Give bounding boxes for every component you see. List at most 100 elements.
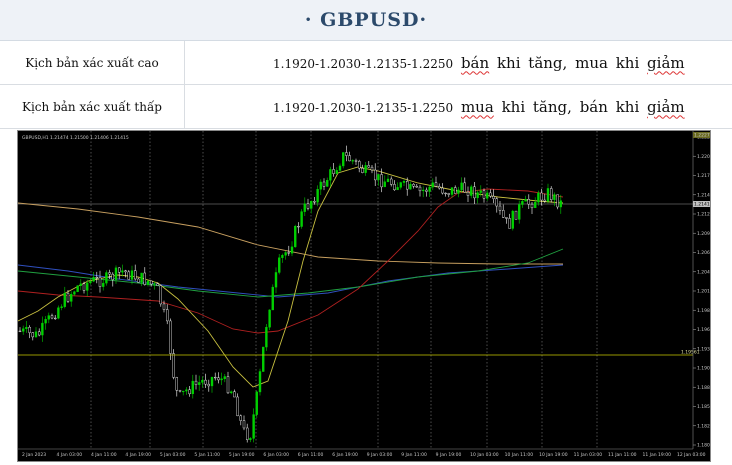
candle-body xyxy=(361,167,364,173)
candle-body xyxy=(82,283,86,291)
price-tag-label: 1.21415 xyxy=(694,202,710,208)
candle-body xyxy=(511,210,514,229)
candle-body xyxy=(300,211,303,227)
candle-body xyxy=(550,188,553,200)
price-axis-label: 1.20155 xyxy=(697,289,710,295)
candle-body xyxy=(470,186,473,196)
candle-body xyxy=(530,203,534,209)
candle-body xyxy=(546,188,550,202)
candle-body xyxy=(121,270,124,273)
time-axis: 2 Jan 2023 4 Jan 03:00 4 Jan 11:00 4 Jan 19… xyxy=(18,448,706,458)
scenario-table: Kịch bản xác xuất cao 1.1920-1.2030-1.21… xyxy=(0,41,732,129)
candle-body xyxy=(153,283,156,285)
candle-body xyxy=(79,283,82,286)
time-axis-label: 9 Jan 19:00 xyxy=(436,452,462,458)
chart-canvas: 1.19561 1.22270 1.22015 1.21740 1.21465 1.21… xyxy=(18,131,710,458)
price-axis-label: 1.20690 xyxy=(697,250,710,256)
time-axis-label: 11 Jan 11:00 xyxy=(608,452,637,458)
candle-body xyxy=(492,195,495,199)
candle-body xyxy=(191,380,195,395)
candle-body xyxy=(265,326,268,348)
candle-body xyxy=(345,152,348,156)
time-axis-label: 11 Jan 19:00 xyxy=(643,452,672,458)
candle-body xyxy=(252,414,255,439)
candle-body xyxy=(57,307,60,319)
candle-body xyxy=(457,189,460,194)
table-row: Kịch bản xác xuất thấp 1.1920-1.2030-1.2… xyxy=(0,84,732,129)
candle-body xyxy=(322,181,326,187)
candle-body xyxy=(396,187,399,191)
candle-body xyxy=(406,180,409,190)
price-axis-label: 1.20420 xyxy=(697,269,710,275)
candle-body xyxy=(294,226,297,248)
candle-body xyxy=(313,201,316,203)
candle-body xyxy=(149,280,153,285)
time-axis-label: 12 Jan 03:00 xyxy=(677,452,706,458)
time-axis-label: 6 Jan 03:00 xyxy=(263,452,289,458)
time-axis-label: 5 Jan 03:00 xyxy=(160,452,186,458)
price-chart[interactable]: 1.19561 1.22270 1.22015 1.21740 1.21465 1.21… xyxy=(17,130,711,462)
price-axis-label: 1.19060 xyxy=(697,366,710,372)
candle-body xyxy=(137,278,140,283)
price-axis-label: 1.20965 xyxy=(697,231,710,237)
candle-body xyxy=(95,277,99,279)
time-axis-label: 10 Jan 11:00 xyxy=(505,452,534,458)
candle-body xyxy=(351,160,354,162)
candle-body xyxy=(226,376,230,394)
candle-body xyxy=(537,192,540,203)
candle-body xyxy=(329,169,332,181)
candle-body xyxy=(124,270,127,273)
candle-body xyxy=(18,330,22,333)
candle-body xyxy=(236,396,239,417)
time-axis-label: 5 Jan 11:00 xyxy=(194,452,220,458)
candle-body xyxy=(297,226,300,228)
candle-body xyxy=(175,377,179,391)
candle-body xyxy=(98,277,102,287)
candle-body xyxy=(101,282,105,287)
candle-body xyxy=(127,271,131,280)
candle-body xyxy=(556,194,559,208)
scenario-label: Kịch bản xác xuất thấp xyxy=(0,84,185,129)
price-axis-label: 1.21740 xyxy=(697,173,710,179)
chart-symbol-info: GBPUSD,H1 1.21474 1.21500 1.21406 1.2141… xyxy=(22,135,129,141)
candle-body xyxy=(473,186,476,199)
candle-body xyxy=(447,193,450,195)
ma-tan xyxy=(18,202,563,265)
horizontal-level-line: 1.19561 xyxy=(18,350,700,356)
candle-body xyxy=(415,186,418,188)
time-axis-label: 4 Jan 19:00 xyxy=(125,452,151,458)
candle-body xyxy=(85,282,89,291)
candle-body xyxy=(428,186,431,192)
candle-body xyxy=(543,199,546,202)
candle-body xyxy=(358,161,361,169)
candle-body xyxy=(111,273,115,280)
candle-body xyxy=(521,201,524,205)
candle-body xyxy=(498,205,502,211)
candle-body xyxy=(553,194,556,200)
candle-body xyxy=(284,252,287,256)
candle-body xyxy=(316,189,319,203)
candle-body xyxy=(210,376,214,387)
candle-body xyxy=(399,182,402,188)
price-axis-label: 1.18800 xyxy=(697,385,710,391)
candle-body xyxy=(47,315,50,320)
candle-body xyxy=(194,380,198,385)
candle-body xyxy=(463,182,466,193)
price-axis-label: 1.18280 xyxy=(697,423,710,429)
price-axis-label: 1.19630 xyxy=(697,327,710,333)
candle-body xyxy=(354,160,358,162)
candle-body xyxy=(178,390,182,392)
candle-body xyxy=(348,155,351,162)
candle-body xyxy=(489,192,492,197)
price-axis-label: 1.19890 xyxy=(697,308,710,314)
candle-body xyxy=(162,303,166,310)
price-axis: 1.22270 1.22015 1.21740 1.21465 1.21220 1.209… xyxy=(692,131,710,449)
candle-body xyxy=(89,280,92,284)
candle-body xyxy=(412,184,415,187)
candle-body xyxy=(527,199,530,205)
candle-body xyxy=(450,187,454,195)
candle-body xyxy=(207,383,211,387)
candle-body xyxy=(319,181,322,190)
candle-body xyxy=(370,166,374,171)
candle-body xyxy=(281,255,284,258)
